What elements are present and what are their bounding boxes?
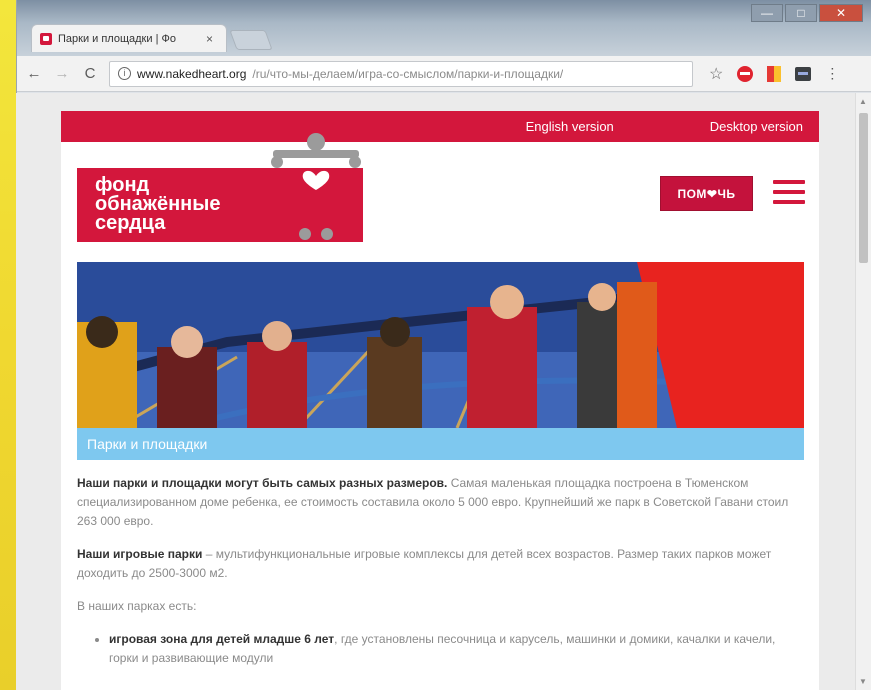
paragraph-1-bold: Наши парки и площадки могут быть самых р… xyxy=(77,476,448,490)
title-bar: Парки и площадки | Фо × — □ ✕ xyxy=(17,0,871,56)
article-content: Наши парки и площадки могут быть самых р… xyxy=(77,474,804,668)
desktop-background xyxy=(0,0,16,690)
reload-button[interactable]: C xyxy=(81,65,99,82)
minimize-button[interactable]: — xyxy=(751,4,783,22)
help-button[interactable]: ПОМ❤ЧЬ xyxy=(660,176,753,211)
adblock-icon[interactable] xyxy=(737,65,754,82)
bookmark-star-icon[interactable]: ☆ xyxy=(709,64,723,84)
paragraph-1: Наши парки и площадки могут быть самых р… xyxy=(77,474,804,531)
favicon-icon xyxy=(40,32,52,45)
english-version-link[interactable]: English version xyxy=(526,119,614,134)
tab-close-icon[interactable]: × xyxy=(206,32,213,46)
desktop-version-link[interactable]: Desktop version xyxy=(710,119,803,134)
scroll-up-icon[interactable]: ▲ xyxy=(859,97,867,106)
features-list: игровая зона для детей младше 6 лет, где… xyxy=(77,630,804,668)
close-window-button[interactable]: ✕ xyxy=(819,4,863,22)
url-path: /ru/что-мы-делаем/игра-со-смыслом/парки-… xyxy=(252,66,564,81)
toolbar-icons: ☆ ⋮ xyxy=(709,64,839,84)
browser-toolbar: ← → C i www.nakedheart.org /ru/что-мы-де… xyxy=(17,56,871,92)
info-icon[interactable]: i xyxy=(118,67,131,80)
logo-text: фонд обнажённые сердца xyxy=(95,175,220,234)
site-page: English version Desktop version фонд обн… xyxy=(61,111,819,690)
paragraph-2: Наши игровые парки – мультифункциональны… xyxy=(77,545,804,583)
logo-figure-icon xyxy=(271,133,361,240)
browser-menu-icon[interactable]: ⋮ xyxy=(825,65,839,82)
tab-title: Парки и площадки | Фо xyxy=(58,32,176,45)
bookmark-extension-icon[interactable] xyxy=(767,65,782,82)
hamburger-menu-icon[interactable] xyxy=(773,180,805,206)
new-tab-button[interactable] xyxy=(229,30,273,50)
site-header: фонд обнажённые сердца ПОМ❤ЧЬ xyxy=(61,133,819,262)
hero-caption: Парки и площадки xyxy=(77,428,804,460)
page-viewport: English version Desktop version фонд обн… xyxy=(16,93,855,690)
scroll-thumb[interactable] xyxy=(859,113,868,263)
hero-image xyxy=(77,262,804,428)
window-controls: — □ ✕ xyxy=(751,4,863,22)
forward-button[interactable]: → xyxy=(53,65,71,82)
paragraph-2-bold: Наши игровые парки xyxy=(77,547,203,561)
list-item: игровая зона для детей младше 6 лет, где… xyxy=(109,630,804,668)
browser-tab[interactable]: Парки и площадки | Фо × xyxy=(31,24,227,52)
maximize-button[interactable]: □ xyxy=(785,4,817,22)
paragraph-3: В наших парках есть: xyxy=(77,599,197,613)
url-host: www.nakedheart.org xyxy=(137,66,247,81)
logo-line-3: сердца xyxy=(95,212,166,234)
list-item-bold: игровая зона для детей младше 6 лет xyxy=(109,632,335,646)
address-bar[interactable]: i www.nakedheart.org /ru/что-мы-делаем/и… xyxy=(109,60,693,87)
back-button[interactable]: ← xyxy=(25,65,43,82)
site-topbar: English version Desktop version xyxy=(61,111,819,142)
scroll-down-icon[interactable]: ▼ xyxy=(859,677,867,686)
extension-icon[interactable] xyxy=(795,66,812,81)
page-scrollbar[interactable]: ▲ ▼ xyxy=(855,93,871,690)
